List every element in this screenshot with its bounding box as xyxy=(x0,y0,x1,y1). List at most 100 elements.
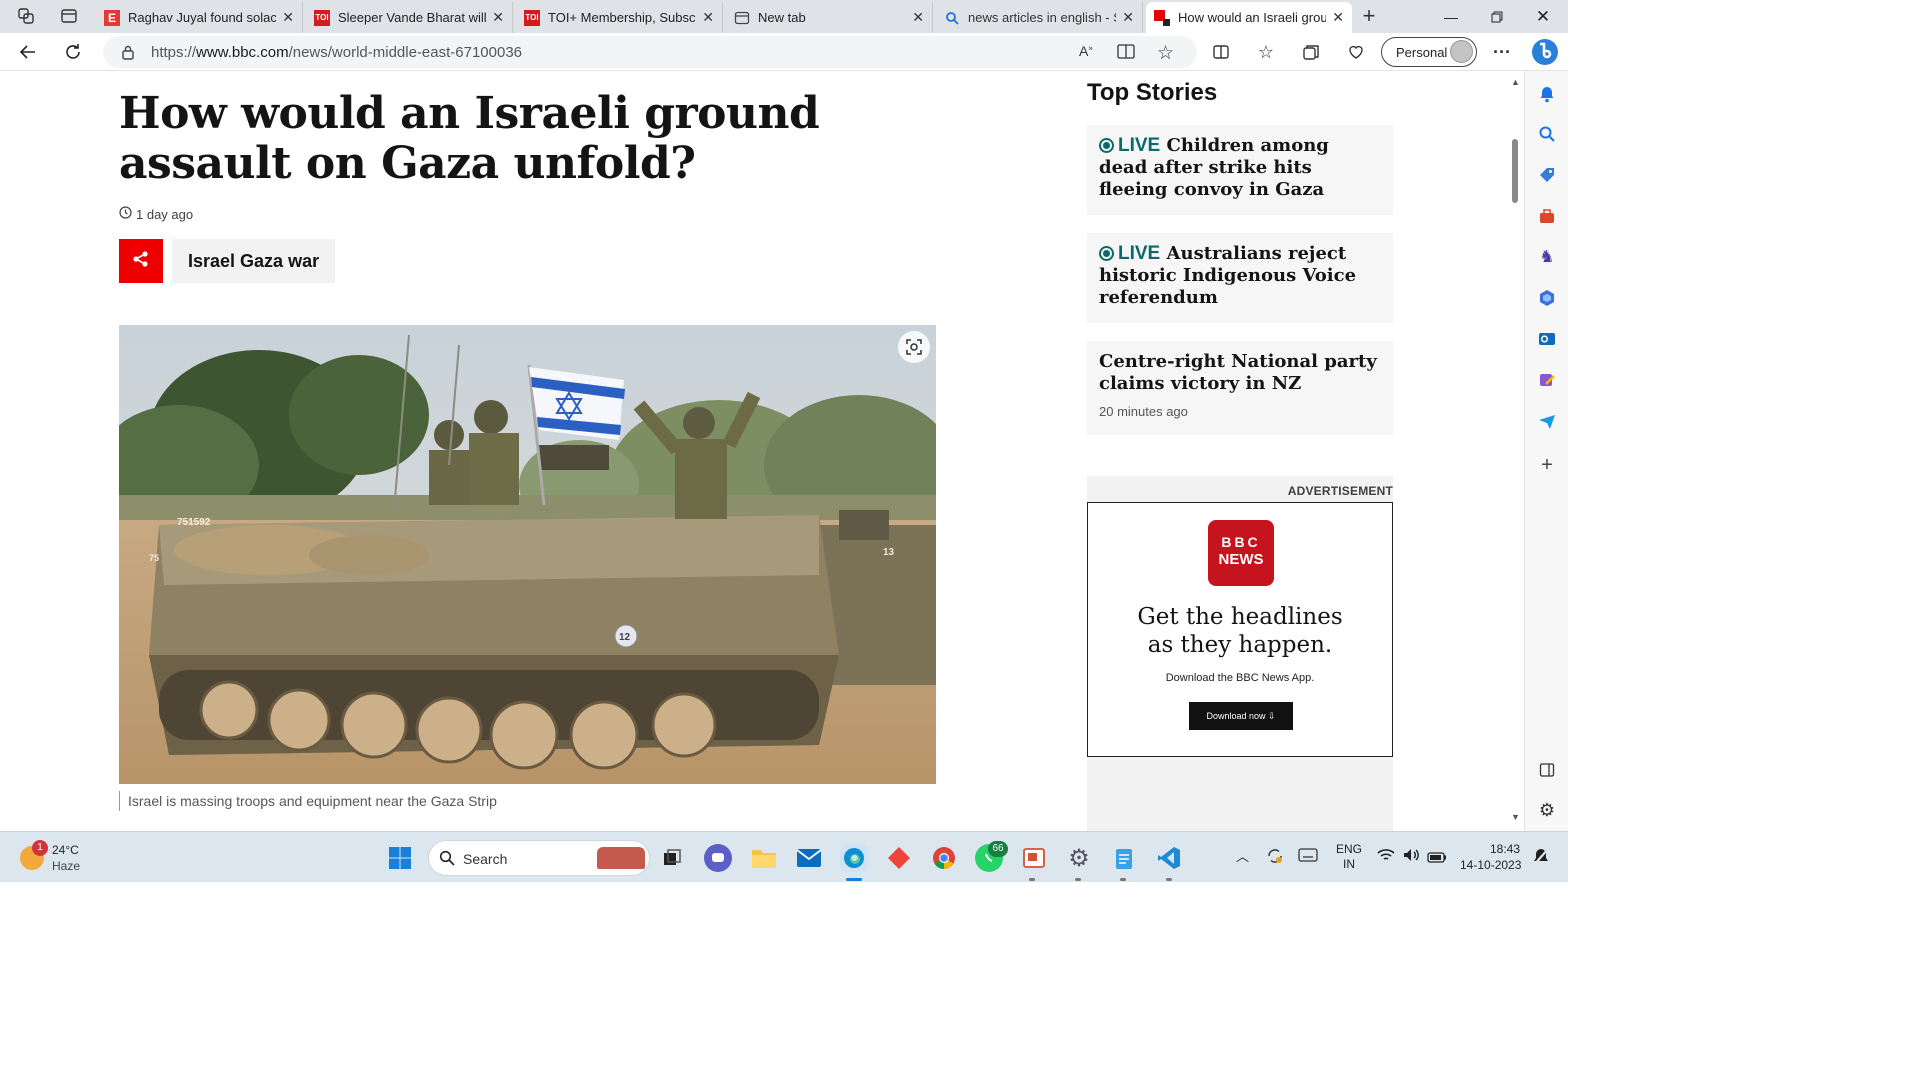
start-button[interactable] xyxy=(386,844,414,872)
browser-tab[interactable]: news articles in english - S ✕ xyxy=(936,2,1143,33)
tools-briefcase-icon[interactable] xyxy=(1536,205,1558,227)
open-app-indicator xyxy=(1029,878,1035,881)
tab-title: New tab xyxy=(758,10,806,25)
collections-icon[interactable] xyxy=(1300,41,1322,63)
workspaces-icon[interactable] xyxy=(15,5,37,27)
show-hidden-icons-chevron-icon[interactable]: ︿ xyxy=(1236,846,1249,865)
tab-title: How would an Israeli grou xyxy=(1178,10,1327,25)
minimize-button[interactable]: — xyxy=(1428,0,1474,33)
tab-favicon: TOI xyxy=(314,9,330,26)
browser-tab[interactable]: E Raghav Juyal found solace ✕ xyxy=(96,2,303,33)
scroll-up-arrow-icon[interactable]: ▲ xyxy=(1511,77,1520,87)
browser-tab[interactable]: New tab ✕ xyxy=(726,2,933,33)
language-indicator[interactable]: ENG IN xyxy=(1336,842,1362,872)
address-bar[interactable]: https://www.bbc.com/news/world-middle-ea… xyxy=(103,36,1197,68)
profile-button[interactable]: Personal xyxy=(1381,37,1477,67)
topic-tag-link[interactable]: Israel Gaza war xyxy=(172,239,336,283)
file-explorer-icon[interactable] xyxy=(750,844,778,872)
live-label: LIVE xyxy=(1118,243,1161,264)
battery-icon[interactable] xyxy=(1427,850,1447,868)
volume-icon[interactable] xyxy=(1402,847,1420,868)
refresh-icon[interactable] xyxy=(62,41,84,63)
scroll-down-arrow-icon[interactable]: ▼ xyxy=(1511,812,1520,822)
teams-chat-icon[interactable] xyxy=(704,844,732,872)
clock-date[interactable]: 14-10-2023 xyxy=(1460,858,1521,872)
wifi-icon[interactable] xyxy=(1377,847,1395,868)
notepad-icon[interactable] xyxy=(1110,844,1138,872)
bbc-news-logo: BBC NEWS xyxy=(1208,520,1274,586)
advertisement-banner[interactable]: BBC NEWS Get the headlines as they happe… xyxy=(1087,502,1393,757)
clock-time[interactable]: 18:43 xyxy=(1490,842,1520,856)
close-tab-icon[interactable]: ✕ xyxy=(282,9,294,26)
share-button[interactable] xyxy=(119,239,163,283)
hide-sidebar-icon[interactable] xyxy=(1536,759,1558,781)
favorite-star-icon[interactable]: ☆ xyxy=(1157,42,1174,65)
edge-browser-icon[interactable] xyxy=(840,844,868,872)
page-scrollbar[interactable]: ▲ ▼ xyxy=(1508,71,1524,831)
article-hero-image: 751592 75 12 13 xyxy=(119,325,936,784)
weather-widget[interactable]: 1 24°C Haze xyxy=(18,840,98,876)
close-tab-icon[interactable]: ✕ xyxy=(492,9,504,26)
search-label: Search xyxy=(463,851,508,867)
tab-actions-icon[interactable] xyxy=(58,5,80,27)
weather-temp: 24°C xyxy=(52,843,79,857)
read-aloud-icon[interactable]: A» xyxy=(1079,43,1093,59)
split-screen-icon[interactable] xyxy=(1210,41,1232,63)
article-timestamp: 1 day ago xyxy=(119,206,193,222)
advertisement-slot: ADVERTISEMENT BBC NEWS Get the headlines… xyxy=(1087,476,1393,831)
close-tab-icon[interactable]: ✕ xyxy=(702,9,714,26)
browser-tab-active[interactable]: How would an Israeli grou ✕ xyxy=(1146,2,1352,33)
browser-tab[interactable]: TOI Sleeper Vande Bharat will c ✕ xyxy=(306,2,513,33)
back-arrow-icon[interactable] xyxy=(17,41,39,63)
settings-icon[interactable]: ⚙ xyxy=(1065,844,1093,872)
top-story-item[interactable]: LIVE Children among dead after strike hi… xyxy=(1087,125,1393,215)
new-tab-button[interactable]: + xyxy=(1358,3,1380,28)
search-icon[interactable] xyxy=(1536,123,1558,145)
designer-icon[interactable] xyxy=(1536,369,1558,391)
ad-headline: Get the headlines as they happen. xyxy=(1137,604,1343,658)
taskbar-search-box[interactable]: Search xyxy=(428,840,650,876)
scrollbar-thumb[interactable] xyxy=(1512,139,1518,203)
restore-button[interactable] xyxy=(1474,0,1520,33)
microsoft-365-icon[interactable] xyxy=(1536,287,1558,309)
copilot-icon[interactable] xyxy=(1531,38,1559,66)
shopping-tag-icon[interactable] xyxy=(1536,164,1558,186)
vscode-icon[interactable] xyxy=(1155,844,1183,872)
image-caption: Israel is massing troops and equipment n… xyxy=(119,791,497,811)
story-title[interactable]: Centre-right National party claims victo… xyxy=(1099,351,1381,395)
add-sidebar-app-icon[interactable]: + xyxy=(1536,454,1558,476)
send-drop-icon[interactable] xyxy=(1536,410,1558,432)
browser-tab[interactable]: TOI TOI+ Membership, Subscri ✕ xyxy=(516,2,723,33)
powerpoint-icon[interactable] xyxy=(1020,844,1048,872)
top-stories-heading: Top Stories xyxy=(1087,79,1218,106)
notifications-bell-icon[interactable] xyxy=(1536,83,1558,105)
task-view-icon[interactable] xyxy=(658,844,686,872)
url-text[interactable]: https://www.bbc.com/news/world-middle-ea… xyxy=(151,44,522,61)
top-story-item[interactable]: LIVE Australians reject historic Indigen… xyxy=(1087,233,1393,323)
close-tab-icon[interactable]: ✕ xyxy=(1122,9,1134,26)
settings-gear-icon[interactable]: ⚙ xyxy=(1536,799,1558,821)
outlook-icon[interactable] xyxy=(1536,328,1558,350)
avatar xyxy=(1450,40,1473,63)
top-story-item[interactable]: Centre-right National party claims victo… xyxy=(1087,341,1393,435)
visual-search-icon[interactable] xyxy=(898,331,930,363)
sync-icon[interactable] xyxy=(1266,847,1284,870)
more-options-icon[interactable]: ··· xyxy=(1491,41,1513,63)
lock-icon[interactable] xyxy=(121,44,135,65)
download-now-button[interactable]: Download now ⇩ xyxy=(1189,702,1293,730)
browser-toolbar: https://www.bbc.com/news/world-middle-ea… xyxy=(0,33,1568,71)
browser-essentials-icon[interactable] xyxy=(1345,41,1367,63)
mail-icon[interactable] xyxy=(795,844,823,872)
keyboard-icon[interactable] xyxy=(1298,848,1318,867)
open-app-indicator xyxy=(1120,878,1126,881)
immersive-reader-icon[interactable] xyxy=(1117,43,1135,65)
games-chess-icon[interactable]: ♞ xyxy=(1536,246,1558,268)
close-window-button[interactable]: ✕ xyxy=(1520,0,1566,33)
close-tab-icon[interactable]: ✕ xyxy=(1332,9,1344,26)
favorites-icon[interactable]: ☆ xyxy=(1255,41,1277,63)
anydesk-icon[interactable] xyxy=(885,844,913,872)
chrome-icon[interactable] xyxy=(930,844,958,872)
notification-center-icon[interactable] xyxy=(1533,848,1549,871)
ad-subtext: Download the BBC News App. xyxy=(1165,672,1315,684)
close-tab-icon[interactable]: ✕ xyxy=(912,9,924,26)
